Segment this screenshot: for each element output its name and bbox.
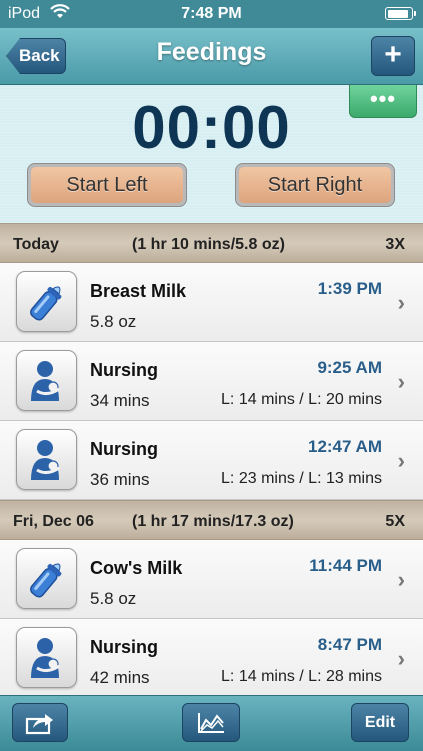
row-time: 12:47 AM <box>307 437 382 456</box>
feedings-list[interactable]: Today (1 hr 10 mins/5.8 oz) 3X Breast Mi… <box>0 223 423 695</box>
status-bar: iPod 7:48 PM <box>0 0 423 28</box>
nursing-icon <box>16 350 77 411</box>
page-title: Feedings <box>156 38 267 66</box>
chevron-right-icon: › <box>397 567 405 592</box>
row-detail: L: 14 mins / L: 20 mins <box>221 391 382 408</box>
share-icon <box>25 713 53 734</box>
row-time: 11:44 PM <box>309 556 382 575</box>
row-time: 9:25 AM <box>317 358 382 377</box>
feeding-row[interactable]: Breast Milk 5.8 oz 1:39 PM › <box>0 263 423 342</box>
bottle-icon <box>16 548 77 609</box>
row-amount: 36 mins <box>90 470 150 489</box>
share-button[interactable] <box>12 703 68 742</box>
navigation-bar: Back Feedings + <box>0 28 423 85</box>
row-time: 1:39 PM <box>317 279 382 298</box>
start-left-label: Start Left <box>31 167 183 203</box>
timer-display: 00:00 <box>132 94 291 161</box>
graph-icon <box>198 712 224 733</box>
section-summary: (1 hr 17 mins/17.3 oz) <box>132 513 294 530</box>
row-title: Breast Milk <box>90 281 187 301</box>
section-header: Today (1 hr 10 mins/5.8 oz) 3X <box>0 223 423 263</box>
feeding-row[interactable]: Nursing 36 mins 12:47 AM L: 23 mins / L:… <box>0 421 423 500</box>
battery-icon <box>385 7 416 20</box>
graph-button[interactable] <box>182 703 240 742</box>
timer-panel: ••• 00:00 Start Left Start Right <box>0 85 423 224</box>
feeding-row[interactable]: Nursing 42 mins 8:47 PM L: 14 mins / L: … <box>0 619 423 695</box>
bottle-icon <box>16 271 77 332</box>
start-left-button[interactable]: Start Left <box>27 163 187 207</box>
chevron-right-icon: › <box>397 646 405 671</box>
row-time: 8:47 PM <box>317 635 382 654</box>
nursing-icon <box>16 429 77 490</box>
row-amount: 42 mins <box>90 668 150 687</box>
chevron-right-icon: › <box>397 448 405 473</box>
feeding-row[interactable]: Cow's Milk 5.8 oz 11:44 PM › <box>0 540 423 619</box>
section-count: 5X <box>385 513 405 530</box>
row-title: Nursing <box>90 360 159 380</box>
feeding-row[interactable]: Nursing 34 mins 9:25 AM L: 14 mins / L: … <box>0 342 423 421</box>
edit-button[interactable]: Edit <box>351 703 409 742</box>
row-title: Cow's Milk <box>90 558 183 578</box>
section-day: Fri, Dec 06 <box>13 513 94 530</box>
section-header: Fri, Dec 06 (1 hr 17 mins/17.3 oz) 5X <box>0 500 423 540</box>
add-feeding-button[interactable]: + <box>371 36 415 76</box>
start-right-label: Start Right <box>239 167 391 203</box>
section-summary: (1 hr 10 mins/5.8 oz) <box>132 236 285 253</box>
chevron-right-icon: › <box>397 369 405 394</box>
row-detail: L: 23 mins / L: 13 mins <box>221 470 382 487</box>
row-title: Nursing <box>90 637 159 657</box>
start-right-button[interactable]: Start Right <box>235 163 395 207</box>
row-detail: L: 14 mins / L: 28 mins <box>221 668 382 685</box>
row-title: Nursing <box>90 439 159 459</box>
row-amount: 34 mins <box>90 391 150 410</box>
status-time: 7:48 PM <box>181 5 242 22</box>
section-count: 3X <box>385 236 405 253</box>
bottom-toolbar: Edit <box>0 695 423 751</box>
row-amount: 5.8 oz <box>90 312 137 331</box>
row-amount: 5.8 oz <box>90 589 137 608</box>
chevron-right-icon: › <box>397 290 405 315</box>
section-day: Today <box>13 236 59 253</box>
nursing-icon <box>16 627 77 688</box>
